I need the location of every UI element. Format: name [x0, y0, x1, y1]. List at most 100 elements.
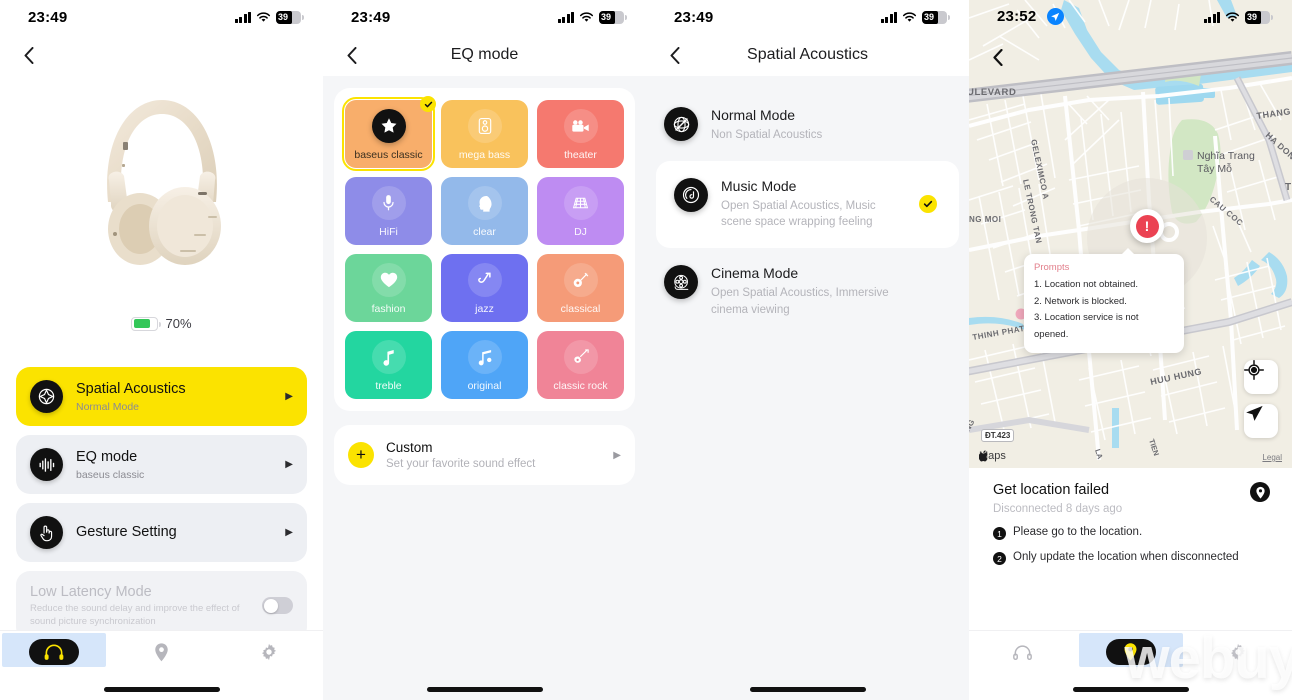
location-active-icon	[1046, 8, 1064, 26]
sidebar-item-device[interactable]	[969, 631, 1077, 673]
back-button[interactable]	[339, 42, 365, 68]
custom-text: Custom Set your favorite sound effect	[386, 440, 601, 470]
eq-preset-card: baseus classic mega bass theater HiFi cl	[334, 88, 635, 411]
eq-preset-mega-bass[interactable]: mega bass	[441, 100, 528, 168]
device-tab-pill	[28, 639, 79, 665]
double-note-icon	[467, 340, 502, 374]
status-bar: 23:49 39	[323, 0, 646, 34]
eq-body: 23:49 39 EQ mode baseus classic mega bas…	[323, 0, 646, 485]
map-label-t: T	[1285, 182, 1291, 193]
eq-preset-jazz[interactable]: jazz	[441, 254, 528, 322]
spatial-mode-title: Normal Mode	[711, 107, 796, 123]
selected-check-icon	[420, 96, 436, 112]
eq-preset-clear[interactable]: clear	[441, 177, 528, 245]
card-gesture-setting[interactable]: Gesture Setting ▶	[16, 503, 307, 562]
spatial-mode-normal[interactable]: Normal Mode Non Spatial Acoustics	[646, 90, 969, 161]
eq-preset-fashion[interactable]: fashion	[345, 254, 432, 322]
back-button[interactable]	[662, 42, 688, 68]
guitar-icon	[563, 340, 598, 374]
low-latency-toggle[interactable]	[262, 597, 293, 615]
equalizer-icon	[30, 448, 63, 481]
sidebar-item-settings[interactable]	[1184, 631, 1292, 673]
home-indicator	[1072, 687, 1189, 692]
panel-device: 23:49 39 70% Spatial Acoustics Normal Mo…	[0, 0, 323, 700]
cellular-signal-icon	[234, 11, 251, 23]
spatial-mode-title: Music Mode	[721, 177, 797, 194]
saxophone-icon	[467, 263, 502, 297]
back-button[interactable]	[985, 44, 1011, 70]
eq-preset-dj[interactable]: DJ	[537, 177, 624, 245]
map-error-pin[interactable]: !	[1130, 209, 1164, 243]
location-tab-pill	[1105, 639, 1156, 665]
recenter-button[interactable]	[1244, 360, 1278, 394]
headphone-image	[82, 84, 242, 274]
spatial-mode-cinema[interactable]: Cinema Mode Open Spatial Acoustics, Imme…	[646, 248, 969, 335]
headphones-icon	[44, 644, 64, 660]
spatial-mode-text: Music Mode Open Spatial Acoustics, Music…	[721, 178, 901, 231]
banjo-icon	[563, 263, 598, 297]
spatial-mode-subtitle: Open Spatial Acoustics, Immersive cinema…	[711, 287, 889, 316]
battery-level-text: 39	[924, 11, 935, 22]
paper-plane-icon	[1246, 405, 1263, 421]
location-pin-icon[interactable]	[1250, 482, 1270, 502]
eq-preset-label: treble	[375, 380, 402, 392]
headphone-hero: 70%	[0, 76, 323, 331]
eq-preset-treble[interactable]: treble	[345, 331, 432, 399]
status-bar: 23:49 39	[646, 0, 969, 34]
device-body: 70% Spatial Acoustics Normal Mode ▶ EQ m…	[0, 76, 323, 700]
nav-bar	[0, 34, 323, 76]
info-sheet-title: Get location failed	[993, 482, 1110, 498]
spatial-mode-music[interactable]: Music Mode Open Spatial Acoustics, Music…	[656, 160, 959, 249]
wifi-icon	[579, 11, 594, 23]
panel-map: ULEVARD THANG L HA DONG GELEXIMCO A LE T…	[969, 0, 1292, 700]
location-info-sheet: Get location failed Disconnected 8 days …	[977, 468, 1284, 600]
plus-icon: +	[348, 442, 374, 468]
back-button[interactable]	[16, 42, 42, 68]
legal-link[interactable]: Legal	[1262, 453, 1282, 462]
road-number-badge: ĐT.423	[981, 429, 1015, 442]
wifi-icon	[256, 11, 271, 23]
eq-preset-baseus-classic[interactable]: baseus classic	[342, 96, 436, 171]
sidebar-item-settings[interactable]	[215, 631, 323, 673]
eq-preset-label: baseus classic	[354, 149, 423, 161]
custom-subtitle: Set your favorite sound effect	[386, 458, 536, 470]
card-eq-mode[interactable]: EQ mode baseus classic ▶	[16, 435, 307, 494]
battery-icon: 39	[922, 10, 950, 24]
page-title: EQ mode	[450, 46, 519, 63]
eq-preset-classical[interactable]: classical	[537, 254, 624, 322]
status-time: 23:52	[997, 8, 1037, 25]
status-icons: 39	[234, 10, 304, 24]
spatial-acoustics-icon	[30, 380, 63, 413]
status-icons: 39	[880, 10, 950, 24]
speaker-icon	[467, 109, 502, 143]
card-title: Gesture Setting	[76, 524, 177, 541]
spatial-off-icon	[664, 107, 698, 141]
map-view[interactable]: ULEVARD THANG L HA DONG GELEXIMCO A LE T…	[969, 0, 1292, 468]
card-spatial-acoustics[interactable]: Spatial Acoustics Normal Mode ▶	[16, 367, 307, 426]
spatial-mode-subtitle: Non Spatial Acoustics	[711, 129, 823, 141]
eq-preset-label: classical	[560, 303, 601, 315]
sidebar-item-device[interactable]	[0, 631, 108, 673]
map-poi-marker	[1183, 150, 1193, 160]
status-time: 23:49	[351, 8, 391, 26]
map-status-bar-wrap: 23:52 39	[969, 0, 1292, 34]
status-bar: 23:52 39	[969, 0, 1292, 34]
eq-preset-original[interactable]: original	[441, 331, 528, 399]
custom-eq-row[interactable]: + Custom Set your favorite sound effect …	[334, 425, 635, 485]
apple-logo-icon	[979, 450, 988, 462]
eq-preset-label: clear	[473, 226, 496, 238]
battery-level-text: 39	[1247, 11, 1258, 22]
eq-preset-theater[interactable]: theater	[537, 100, 624, 168]
status-left: 23:52	[997, 8, 1064, 26]
nav-bar: EQ mode	[323, 34, 646, 76]
sidebar-item-location[interactable]	[1077, 631, 1185, 673]
sidebar-item-location[interactable]	[108, 631, 216, 673]
navigate-button[interactable]	[1244, 404, 1278, 438]
battery-icon: 39	[599, 10, 627, 24]
music-note-icon	[371, 340, 406, 374]
eq-preset-classic-rock[interactable]: classic rock	[537, 331, 624, 399]
eq-preset-label: classic rock	[553, 380, 608, 392]
panel-eq-mode: 23:49 39 EQ mode baseus classic mega bas…	[323, 0, 646, 700]
eq-preset-hifi[interactable]: HiFi	[345, 177, 432, 245]
tab-bar	[0, 630, 323, 700]
